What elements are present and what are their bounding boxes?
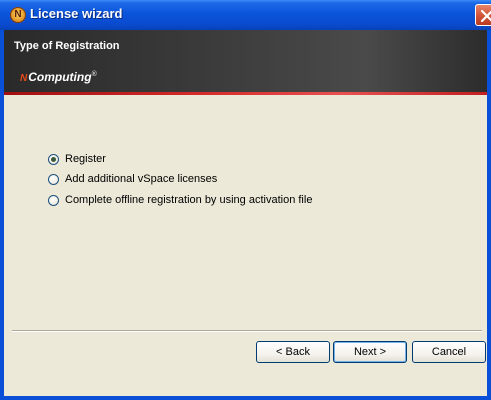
page-heading: Type of Registration	[14, 40, 120, 52]
app-icon: N	[10, 7, 26, 23]
window-title: License wizard	[30, 6, 123, 21]
close-button[interactable]	[475, 4, 491, 26]
offline-registration-label[interactable]: Complete offline registration by using a…	[65, 194, 312, 206]
dialog-client-area: Type of Registration NComputing® Registe…	[4, 30, 487, 396]
cancel-button[interactable]: Cancel	[412, 341, 486, 363]
button-separator	[12, 330, 482, 332]
back-button[interactable]: < Back	[256, 341, 330, 363]
add-licenses-radio[interactable]	[48, 173, 59, 185]
ncomputing-logo: NComputing®	[20, 70, 97, 84]
window-frame-bottom	[0, 396, 491, 400]
header-banner: Type of Registration NComputing®	[4, 30, 487, 92]
register-radio[interactable]	[48, 153, 59, 165]
option-offline-registration[interactable]: Complete offline registration by using a…	[48, 193, 312, 207]
title-bar[interactable]: N License wizard	[0, 0, 491, 30]
add-licenses-label[interactable]: Add additional vSpace licenses	[65, 173, 217, 185]
offline-registration-radio[interactable]	[48, 194, 59, 206]
option-add-licenses[interactable]: Add additional vSpace licenses	[48, 172, 217, 186]
option-register[interactable]: Register	[48, 152, 106, 166]
close-icon	[481, 10, 491, 22]
license-wizard-window: N License wizard Type of Registration NC…	[0, 0, 491, 400]
register-label[interactable]: Register	[65, 153, 106, 165]
next-button[interactable]: Next >	[333, 341, 407, 363]
